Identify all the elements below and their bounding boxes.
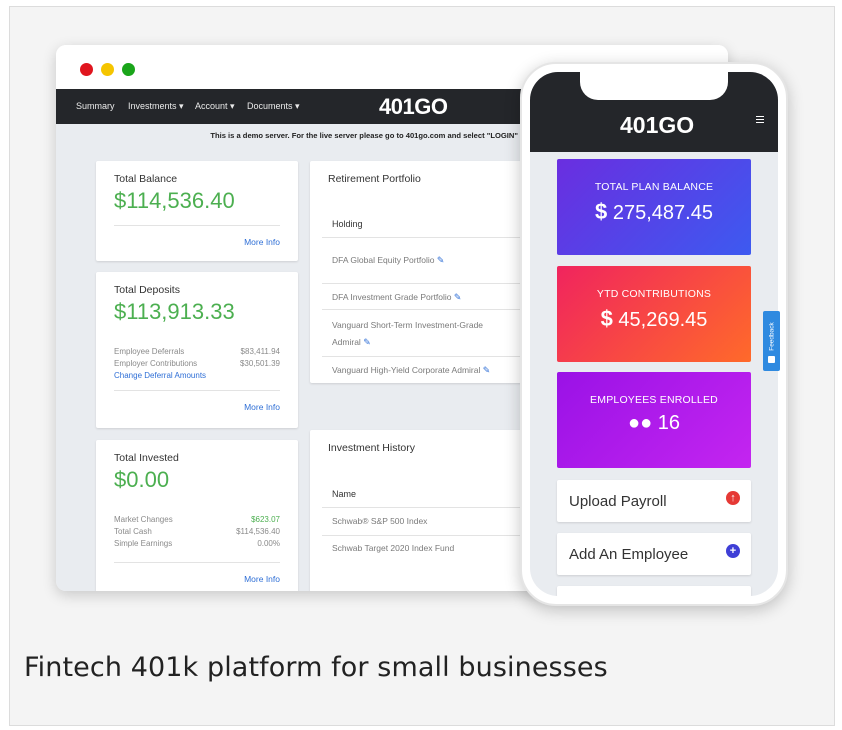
menu-icon[interactable] — [756, 116, 764, 124]
stat-value: $ 275,487.45 — [595, 199, 713, 224]
change-deferral-link[interactable]: Change Deferral Amounts — [114, 371, 206, 380]
divider — [322, 535, 540, 536]
divider — [322, 237, 540, 238]
divider — [322, 507, 540, 508]
minimize-window-dot[interactable] — [101, 63, 114, 76]
investment-history-card: Investment History Name Schwab® S&P 500 … — [310, 430, 540, 591]
divider — [322, 356, 540, 357]
card-title: Retirement Portfolio — [328, 173, 421, 185]
divider — [114, 225, 280, 226]
card-title: Total Balance — [114, 173, 178, 185]
edit-pencil-icon[interactable]: ✎ — [363, 337, 371, 347]
feedback-tab[interactable]: Feedback — [763, 311, 780, 371]
card-title: Investment History — [328, 442, 415, 454]
divider — [322, 283, 540, 284]
employee-deferrals-value: $83,411.94 — [240, 347, 280, 356]
stat-value: $ 45,269.45 — [600, 306, 708, 331]
nav-investments[interactable]: Investments ▾ — [128, 101, 184, 112]
total-invested-card: Total Invested $0.00 Market Changes $623… — [96, 440, 298, 591]
total-cash-label: Total Cash — [114, 527, 152, 536]
holding-column-header: Holding — [332, 219, 363, 229]
upload-payroll-button[interactable]: Upload Payroll ↑ — [557, 480, 751, 522]
divider — [322, 309, 540, 310]
phone-mockup: 401GO TOTAL PLAN BALANCE $ 275,487.45 YT… — [520, 62, 788, 606]
total-balance-card: Total Balance $114,536.40 More Info — [96, 161, 298, 261]
next-action-button[interactable] — [557, 586, 751, 596]
upload-icon: ↑ — [726, 491, 740, 505]
divider — [114, 562, 280, 563]
more-info-link[interactable]: More Info — [244, 402, 280, 412]
employee-deferrals-label: Employee Deferrals — [114, 347, 185, 356]
action-label: Upload Payroll — [569, 493, 667, 510]
total-deposits-card: Total Deposits $113,913.33 Employee Defe… — [96, 272, 298, 428]
stat-title: TOTAL PLAN BALANCE — [594, 181, 714, 193]
total-invested-value: $0.00 — [114, 467, 170, 492]
caption: Fintech 401k platform for small business… — [24, 652, 608, 683]
stat-title: EMPLOYEES ENROLLED — [590, 394, 718, 406]
add-employee-button[interactable]: Add An Employee + — [557, 533, 751, 575]
simple-earnings-label: Simple Earnings — [114, 539, 173, 548]
market-changes-value: $623.07 — [251, 515, 280, 524]
plus-icon: + — [726, 544, 740, 558]
history-row[interactable]: Schwab Target 2020 Index Fund — [332, 543, 454, 553]
edit-pencil-icon[interactable]: ✎ — [454, 292, 462, 302]
feedback-icon — [768, 356, 775, 363]
phone-screen: 401GO TOTAL PLAN BALANCE $ 275,487.45 YT… — [530, 72, 778, 596]
nav-summary[interactable]: Summary — [76, 101, 115, 111]
total-deposits-value: $113,913.33 — [114, 299, 235, 324]
more-info-link[interactable]: More Info — [244, 237, 280, 247]
card-title: Total Deposits — [114, 284, 180, 296]
more-info-link[interactable]: More Info — [244, 574, 280, 584]
retirement-portfolio-card: Retirement Portfolio Holding DFA Global … — [310, 161, 540, 383]
total-balance-value: $114,536.40 — [114, 188, 235, 213]
holding-row[interactable]: DFA Investment Grade Portfolio ✎ — [332, 292, 461, 303]
market-changes-label: Market Changes — [114, 515, 173, 524]
divider — [114, 390, 280, 391]
total-plan-balance-card[interactable]: TOTAL PLAN BALANCE $ 275,487.45 — [557, 159, 751, 255]
employer-contributions-label: Employer Contributions — [114, 359, 198, 368]
phone-logo[interactable]: 401GO — [620, 112, 694, 139]
holding-row[interactable]: Vanguard High-Yield Corporate Admiral ✎ — [332, 365, 490, 376]
maximize-window-dot[interactable] — [122, 63, 135, 76]
users-icon: ●● — [628, 412, 653, 434]
holding-row-continued[interactable]: Admiral ✎ — [332, 337, 371, 348]
close-window-dot[interactable] — [80, 63, 93, 76]
total-cash-value: $114,536.40 — [236, 527, 280, 536]
employees-enrolled-card[interactable]: EMPLOYEES ENROLLED ●● 16 — [557, 372, 751, 468]
nav-documents[interactable]: Documents ▾ — [247, 101, 300, 112]
ytd-contributions-card[interactable]: YTD CONTRIBUTIONS $ 45,269.45 — [557, 266, 751, 362]
nav-account[interactable]: Account ▾ — [195, 101, 235, 112]
stat-value: ●● 16 — [628, 412, 680, 434]
name-column-header: Name — [332, 489, 357, 499]
edit-pencil-icon[interactable]: ✎ — [437, 255, 445, 265]
card-title: Total Invested — [114, 452, 179, 464]
feedback-label: Feedback — [768, 322, 776, 351]
brand-logo[interactable]: 401GO — [379, 94, 448, 120]
edit-pencil-icon[interactable]: ✎ — [483, 365, 491, 375]
holding-row[interactable]: Vanguard Short-Term Investment-Grade — [332, 320, 483, 330]
phone-notch — [580, 72, 728, 100]
stat-title: YTD CONTRIBUTIONS — [596, 288, 712, 300]
simple-earnings-value: 0.00% — [257, 539, 280, 548]
action-label: Add An Employee — [569, 546, 689, 563]
history-row[interactable]: Schwab® S&P 500 Index — [332, 516, 427, 526]
employer-contributions-value: $30,501.39 — [239, 359, 280, 368]
holding-row[interactable]: DFA Global Equity Portfolio ✎ — [332, 255, 444, 266]
